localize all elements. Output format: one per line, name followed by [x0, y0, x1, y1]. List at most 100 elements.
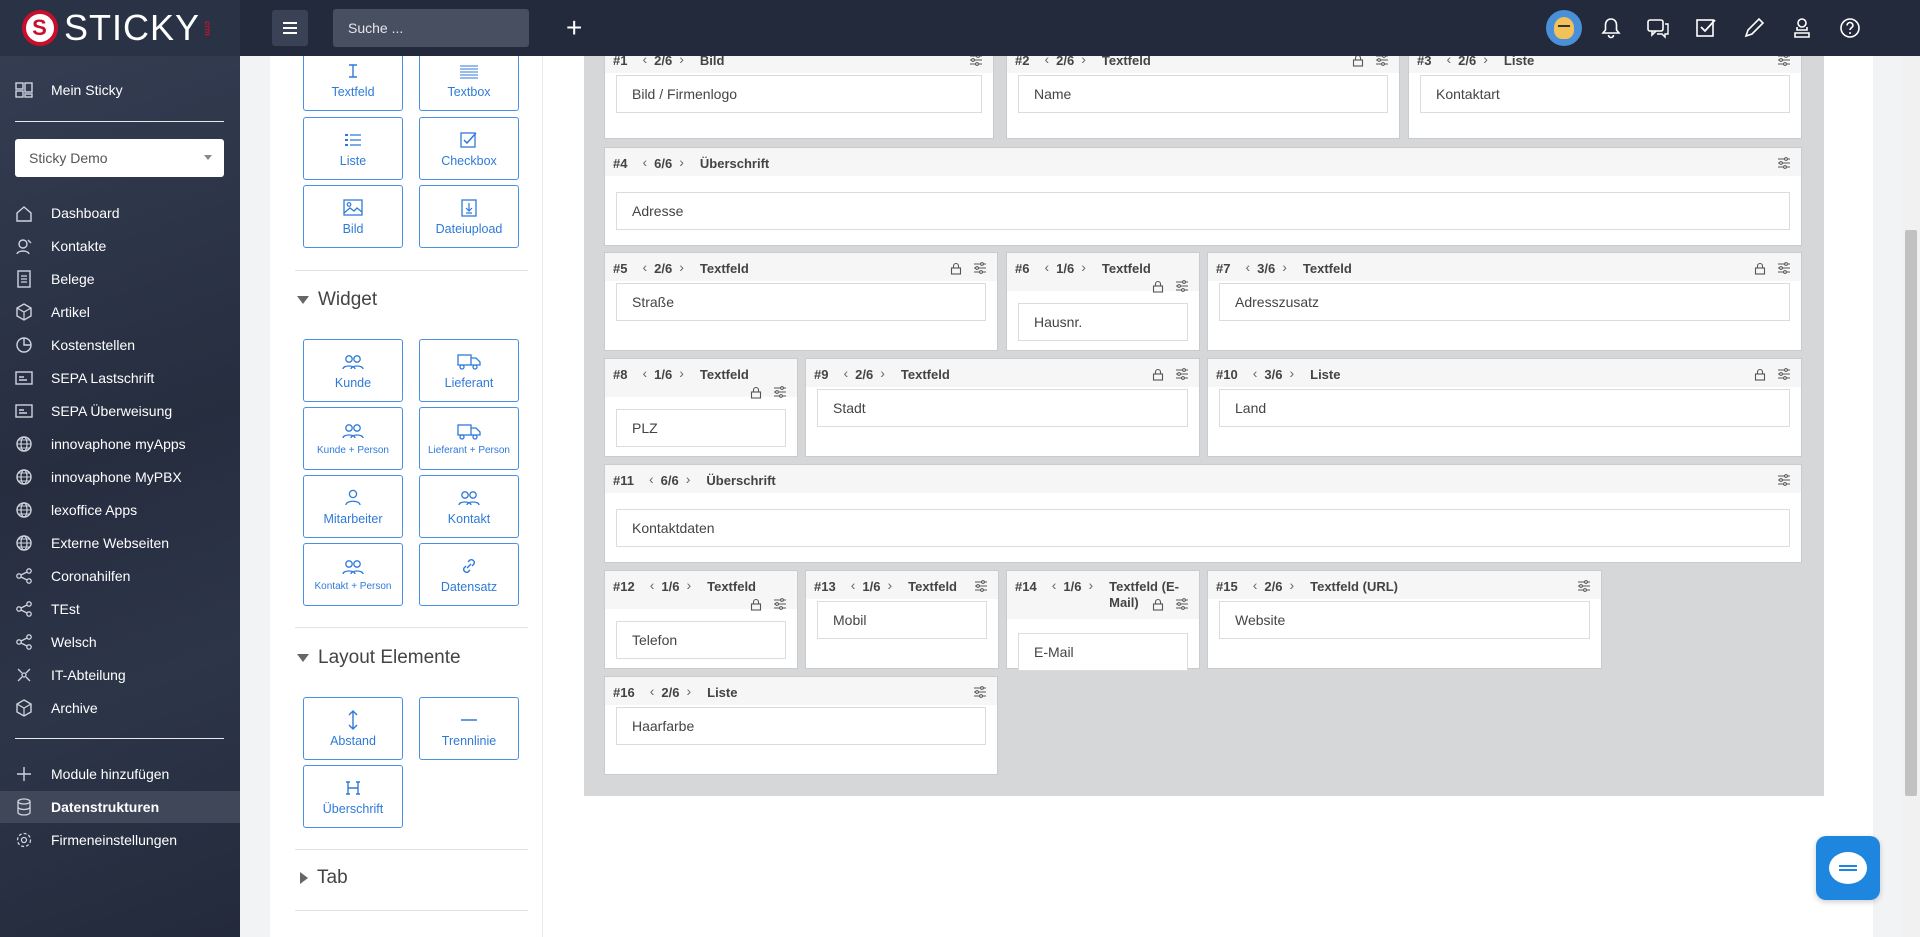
lock-icon[interactable] [1151, 279, 1165, 293]
lock-icon[interactable] [749, 597, 763, 611]
palette-kontakt-button[interactable]: Kontakt [419, 475, 519, 538]
field-card[interactable]: #11 ‹ 6/6 › Überschrift Kontaktdaten [604, 464, 1802, 563]
chevron-right-icon[interactable]: › [679, 155, 684, 169]
sidebar-item-sepa-überweisung[interactable]: SEPA Überweisung [0, 395, 240, 427]
field-settings-icon[interactable] [1777, 156, 1791, 170]
chevron-left-icon[interactable]: ‹ [843, 366, 848, 380]
chevron-left-icon[interactable]: ‹ [650, 578, 655, 592]
field-card-header[interactable]: #8 ‹ 1/6 › Textfeld [605, 359, 797, 397]
chevron-right-icon[interactable]: › [679, 260, 684, 274]
field-settings-icon[interactable] [973, 685, 987, 699]
sidebar-item-archive[interactable]: Archive [0, 692, 240, 724]
field-settings-icon[interactable] [1777, 367, 1791, 381]
sticky-logo[interactable]: S STICKY crm [22, 7, 212, 48]
field-settings-icon[interactable] [1577, 579, 1591, 593]
field-card-header[interactable]: #6 ‹ 1/6 › Textfeld [1007, 253, 1199, 291]
field-card[interactable]: #7 ‹ 3/6 › Textfeld Adresszusatz [1207, 252, 1802, 351]
palette-lieferant-person-button[interactable]: Lieferant + Person [419, 407, 519, 470]
palette-kunde-person-button[interactable]: Kunde + Person [303, 407, 403, 470]
field-settings-icon[interactable] [1175, 367, 1189, 381]
palette-überschrift-button[interactable]: Überschrift [303, 765, 403, 828]
add-icon[interactable]: + [566, 12, 582, 44]
field-card[interactable]: #13 ‹ 1/6 › Textfeld Mobil [805, 570, 999, 669]
chat-icon[interactable] [1644, 14, 1672, 42]
field-card-header[interactable]: #12 ‹ 1/6 › Textfeld [605, 571, 797, 609]
chevron-left-icon[interactable]: ‹ [649, 472, 654, 486]
edit-icon[interactable] [1740, 14, 1768, 42]
chevron-right-icon[interactable]: › [679, 366, 684, 380]
sidebar-item-kontakte[interactable]: Kontakte [0, 230, 240, 262]
palette-lieferant-button[interactable]: Lieferant [419, 339, 519, 402]
company-select[interactable]: Sticky Demo [15, 139, 224, 177]
chat-widget-button[interactable] [1816, 836, 1880, 900]
help-icon[interactable] [1836, 14, 1864, 42]
lock-icon[interactable] [1151, 597, 1165, 611]
field-card[interactable]: #2 ‹ 2/6 › Textfeld Name [1006, 44, 1400, 139]
chevron-right-icon[interactable]: › [686, 472, 691, 486]
field-card[interactable]: #6 ‹ 1/6 › Textfeld Hausnr. [1006, 252, 1200, 351]
bell-icon[interactable] [1597, 14, 1625, 42]
user-icon[interactable] [1788, 14, 1816, 42]
chevron-right-icon[interactable]: › [686, 684, 691, 698]
field-card[interactable]: #15 ‹ 2/6 › Textfeld (URL) Website [1207, 570, 1602, 669]
sidebar-item-firmeneinstellungen[interactable]: Firmeneinstellungen [0, 824, 240, 856]
field-settings-icon[interactable] [773, 597, 787, 611]
hamburger-menu-button[interactable] [272, 10, 308, 46]
field-card-header[interactable]: #11 ‹ 6/6 › Überschrift [605, 465, 1801, 493]
chevron-left-icon[interactable]: ‹ [1052, 578, 1057, 592]
palette-abstand-button[interactable]: Abstand [303, 697, 403, 760]
field-card-header[interactable]: #10 ‹ 3/6 › Liste [1208, 359, 1801, 387]
sidebar-item-artikel[interactable]: Artikel [0, 296, 240, 328]
lock-icon[interactable] [749, 385, 763, 399]
field-card[interactable]: #3 ‹ 2/6 › Liste Kontaktart [1408, 44, 1802, 139]
field-card[interactable]: #5 ‹ 2/6 › Textfeld Straße [604, 252, 998, 351]
palette-checkbox-button[interactable]: Checkbox [419, 117, 519, 180]
lock-icon[interactable] [1753, 261, 1767, 275]
field-card[interactable]: #8 ‹ 1/6 › Textfeld PLZ [604, 358, 798, 457]
field-card[interactable]: #16 ‹ 2/6 › Liste Haarfarbe [604, 676, 998, 775]
lock-icon[interactable] [949, 261, 963, 275]
sidebar-item-welsch[interactable]: Welsch [0, 626, 240, 658]
sidebar-item-datenstrukturen[interactable]: Datenstrukturen [0, 791, 240, 823]
chevron-right-icon[interactable]: › [1081, 260, 1086, 274]
chevron-right-icon[interactable]: › [1088, 578, 1093, 592]
sidebar-item-lexoffice-apps[interactable]: lexoffice Apps [0, 494, 240, 526]
chevron-right-icon[interactable]: › [686, 578, 691, 592]
field-settings-icon[interactable] [1175, 279, 1189, 293]
field-card-header[interactable]: #4 ‹ 6/6 › Überschrift [605, 148, 1801, 176]
avatar[interactable] [1546, 10, 1582, 46]
scrollbar-thumb[interactable] [1905, 230, 1917, 796]
palette-dateiupload-button[interactable]: Dateiupload [419, 185, 519, 248]
field-card[interactable]: #12 ‹ 1/6 › Textfeld Telefon [604, 570, 798, 669]
sidebar-item-test[interactable]: TEst [0, 593, 240, 625]
field-settings-icon[interactable] [974, 579, 988, 593]
chevron-right-icon[interactable]: › [887, 578, 892, 592]
layout-section-toggle[interactable]: Layout Elemente [297, 647, 461, 669]
chevron-left-icon[interactable]: ‹ [650, 684, 655, 698]
chevron-left-icon[interactable]: ‹ [1044, 260, 1049, 274]
field-settings-icon[interactable] [1777, 473, 1791, 487]
field-settings-icon[interactable] [773, 385, 787, 399]
sidebar-item-externe-webseiten[interactable]: Externe Webseiten [0, 527, 240, 559]
palette-bild-button[interactable]: Bild [303, 185, 403, 248]
search-input[interactable] [333, 9, 529, 47]
sidebar-item-kostenstellen[interactable]: Kostenstellen [0, 329, 240, 361]
field-card-header[interactable]: #13 ‹ 1/6 › Textfeld [806, 571, 998, 599]
field-card[interactable]: #4 ‹ 6/6 › Überschrift Adresse [604, 147, 1802, 246]
field-settings-icon[interactable] [1777, 261, 1791, 275]
field-card-header[interactable]: #16 ‹ 2/6 › Liste [605, 677, 997, 705]
tab-section-toggle[interactable]: Tab [297, 867, 348, 889]
field-settings-icon[interactable] [1175, 597, 1189, 611]
palette-kunde-button[interactable]: Kunde [303, 339, 403, 402]
sidebar-item-belege[interactable]: Belege [0, 263, 240, 295]
sidebar-item-innovaphone-myapps[interactable]: innovaphone myApps [0, 428, 240, 460]
field-card[interactable]: #10 ‹ 3/6 › Liste Land [1207, 358, 1802, 457]
chevron-left-icon[interactable]: ‹ [642, 155, 647, 169]
lock-icon[interactable] [1151, 367, 1165, 381]
chevron-left-icon[interactable]: ‹ [851, 578, 856, 592]
palette-trennlinie-button[interactable]: Trennlinie [419, 697, 519, 760]
chevron-right-icon[interactable]: › [880, 366, 885, 380]
sidebar-item-coronahilfen[interactable]: Coronahilfen [0, 560, 240, 592]
sidebar-item-innovaphone-mypbx[interactable]: innovaphone MyPBX [0, 461, 240, 493]
sidebar-item-module-hinzufügen[interactable]: Module hinzufügen [0, 758, 240, 790]
